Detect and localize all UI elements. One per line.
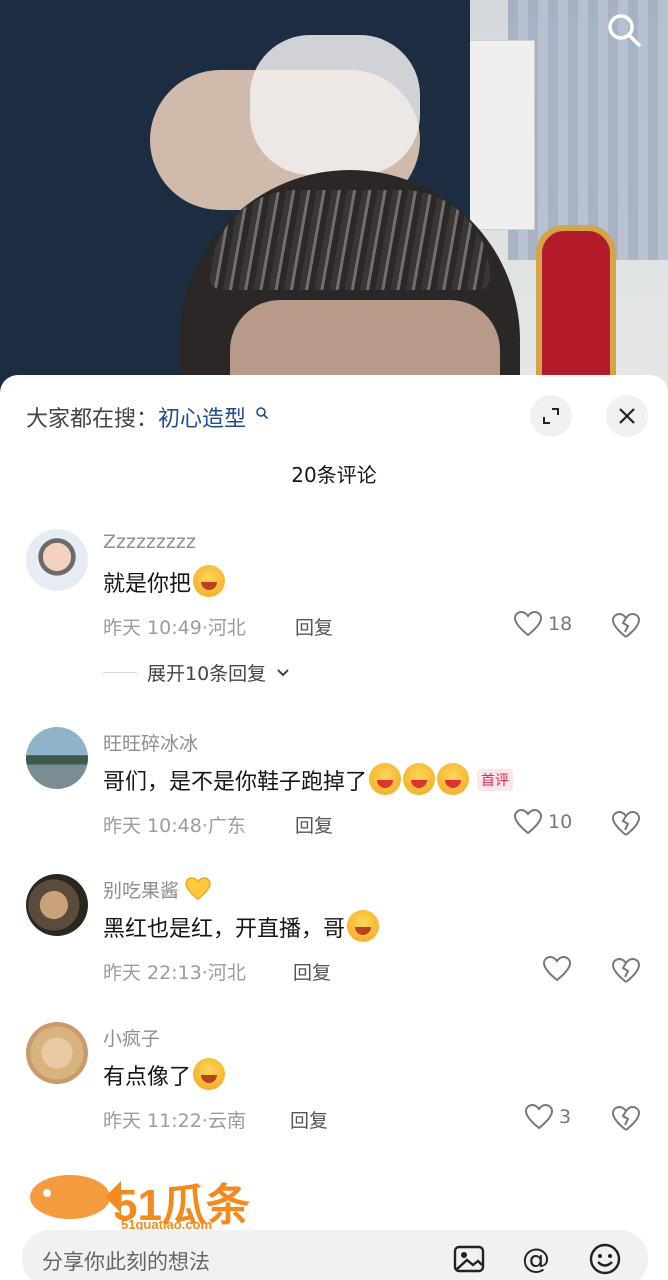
comment-location: 河北 xyxy=(207,962,246,984)
like-button[interactable]: 10 xyxy=(514,809,572,835)
laughing-emoji-icon xyxy=(437,763,470,795)
close-button[interactable] xyxy=(606,395,648,437)
video-glove xyxy=(250,35,420,175)
comment-meta: 昨天 10:49·河北 xyxy=(103,617,246,639)
broken-heart-icon[interactable] xyxy=(612,811,640,837)
comment-time: 昨天 22:13 xyxy=(103,962,202,984)
comment-count: 20条评论 xyxy=(291,463,377,487)
comment-text-body: 有点像了 xyxy=(103,1065,192,1090)
comment-username[interactable]: Zzzzzzzzz xyxy=(103,531,196,553)
comment-time: 昨天 10:48 xyxy=(103,815,202,837)
comment-item: 别吃果酱 黑红也是红，开直播，哥 昨天 22:13·河北 回复 xyxy=(0,872,668,1002)
watermark-fish-logo xyxy=(30,1175,121,1219)
comment-item: 小疯子 有点像了 昨天 11:22·云南 回复 3 xyxy=(0,1020,668,1150)
expand-replies-button[interactable]: 展开10条回复 xyxy=(103,659,290,686)
like-button[interactable] xyxy=(543,956,577,982)
comment-username[interactable]: 小疯子 xyxy=(103,1024,160,1051)
blushing-emoji-icon xyxy=(193,1058,226,1090)
trending-search[interactable]: 大家都在搜：初心造型 xyxy=(26,401,269,433)
chevron-down-icon xyxy=(277,668,289,676)
comment-item: 旺旺碎冰冰 哥们，是不是你鞋子跑掉了 首评 昨天 10:48·广东 回复 10 xyxy=(0,725,668,855)
trending-search-term[interactable]: 初心造型 xyxy=(158,407,246,432)
like-count: 18 xyxy=(548,613,573,635)
emoji-picker-icon[interactable] xyxy=(588,1242,622,1276)
search-icon[interactable] xyxy=(604,10,644,50)
comment-meta: 昨天 10:48·广东 xyxy=(103,815,246,837)
avatar[interactable] xyxy=(26,727,88,789)
video-hair xyxy=(210,190,490,290)
trending-search-prefix: 大家都在搜： xyxy=(26,407,159,432)
laughing-emoji-icon xyxy=(403,763,436,795)
comment-item: Zzzzzzzzz 就是你把 昨天 10:49·河北 回复 18 展开10条回复 xyxy=(0,525,668,695)
comment-text: 黑红也是红，开直播，哥 xyxy=(103,910,380,943)
comment-input-placeholder: 分享你此刻的想法 xyxy=(42,1250,210,1274)
comment-text-body: 哥们，是不是你鞋子跑掉了 xyxy=(103,770,368,795)
comment-text: 哥们，是不是你鞋子跑掉了 首评 xyxy=(103,763,514,796)
comment-username-text: 别吃果酱 xyxy=(103,880,180,902)
first-comment-badge: 首评 xyxy=(477,769,514,791)
comment-username[interactable]: 别吃果酱 xyxy=(103,876,211,903)
comment-text: 有点像了 xyxy=(103,1058,226,1091)
comment-username[interactable]: 旺旺碎冰冰 xyxy=(103,729,198,756)
heart-icon xyxy=(514,809,542,835)
expand-icon xyxy=(543,408,559,424)
reply-button[interactable]: 回复 xyxy=(290,1106,328,1133)
like-button[interactable]: 18 xyxy=(514,611,572,637)
yellow-heart-icon xyxy=(185,877,211,901)
like-count: 3 xyxy=(559,1106,572,1128)
divider-line xyxy=(103,672,137,673)
reply-button[interactable]: 回复 xyxy=(295,811,333,838)
comment-location: 云南 xyxy=(207,1110,246,1132)
heart-icon xyxy=(543,956,571,982)
broken-heart-icon[interactable] xyxy=(612,613,640,639)
comment-time: 昨天 10:49 xyxy=(103,617,202,639)
thinking-emoji-icon xyxy=(347,910,380,942)
broken-heart-icon[interactable] xyxy=(612,958,640,984)
heart-icon xyxy=(514,611,542,637)
close-icon xyxy=(619,408,635,424)
comment-text: 就是你把 xyxy=(103,565,226,598)
avatar[interactable] xyxy=(26,1022,88,1084)
comment-text-body: 就是你把 xyxy=(103,572,192,597)
avatar[interactable] xyxy=(26,874,88,936)
avatar[interactable] xyxy=(26,529,88,591)
mention-icon[interactable]: @ xyxy=(519,1242,553,1276)
video-chair xyxy=(536,225,616,400)
comment-text-body: 黑红也是红，开直播，哥 xyxy=(103,917,346,942)
broken-heart-icon[interactable] xyxy=(612,1106,640,1132)
video-frame[interactable] xyxy=(0,0,668,400)
reply-button[interactable]: 回复 xyxy=(293,958,331,985)
image-icon[interactable] xyxy=(452,1242,486,1276)
comment-time: 昨天 11:22 xyxy=(103,1110,202,1132)
crying-emoji-icon xyxy=(193,565,226,597)
comment-location: 广东 xyxy=(207,815,246,837)
comment-sheet: 大家都在搜：初心造型 20条评论 Zzzzzzzzz 就是你把 昨天 10:49… xyxy=(0,375,668,1280)
laughing-emoji-icon xyxy=(369,763,402,795)
comment-meta: 昨天 11:22·云南 xyxy=(103,1110,246,1132)
comment-input[interactable]: 分享你此刻的想法 @ xyxy=(22,1230,648,1280)
like-count: 10 xyxy=(548,811,573,833)
reply-button[interactable]: 回复 xyxy=(295,613,333,640)
small-search-icon xyxy=(256,407,269,420)
expand-button[interactable] xyxy=(530,395,572,437)
comment-location: 河北 xyxy=(207,617,246,639)
like-button[interactable]: 3 xyxy=(525,1104,571,1130)
heart-icon xyxy=(525,1104,553,1130)
svg-text:@: @ xyxy=(522,1242,550,1275)
comment-meta: 昨天 22:13·河北 xyxy=(103,962,246,984)
expand-replies-label: 展开10条回复 xyxy=(147,663,267,685)
